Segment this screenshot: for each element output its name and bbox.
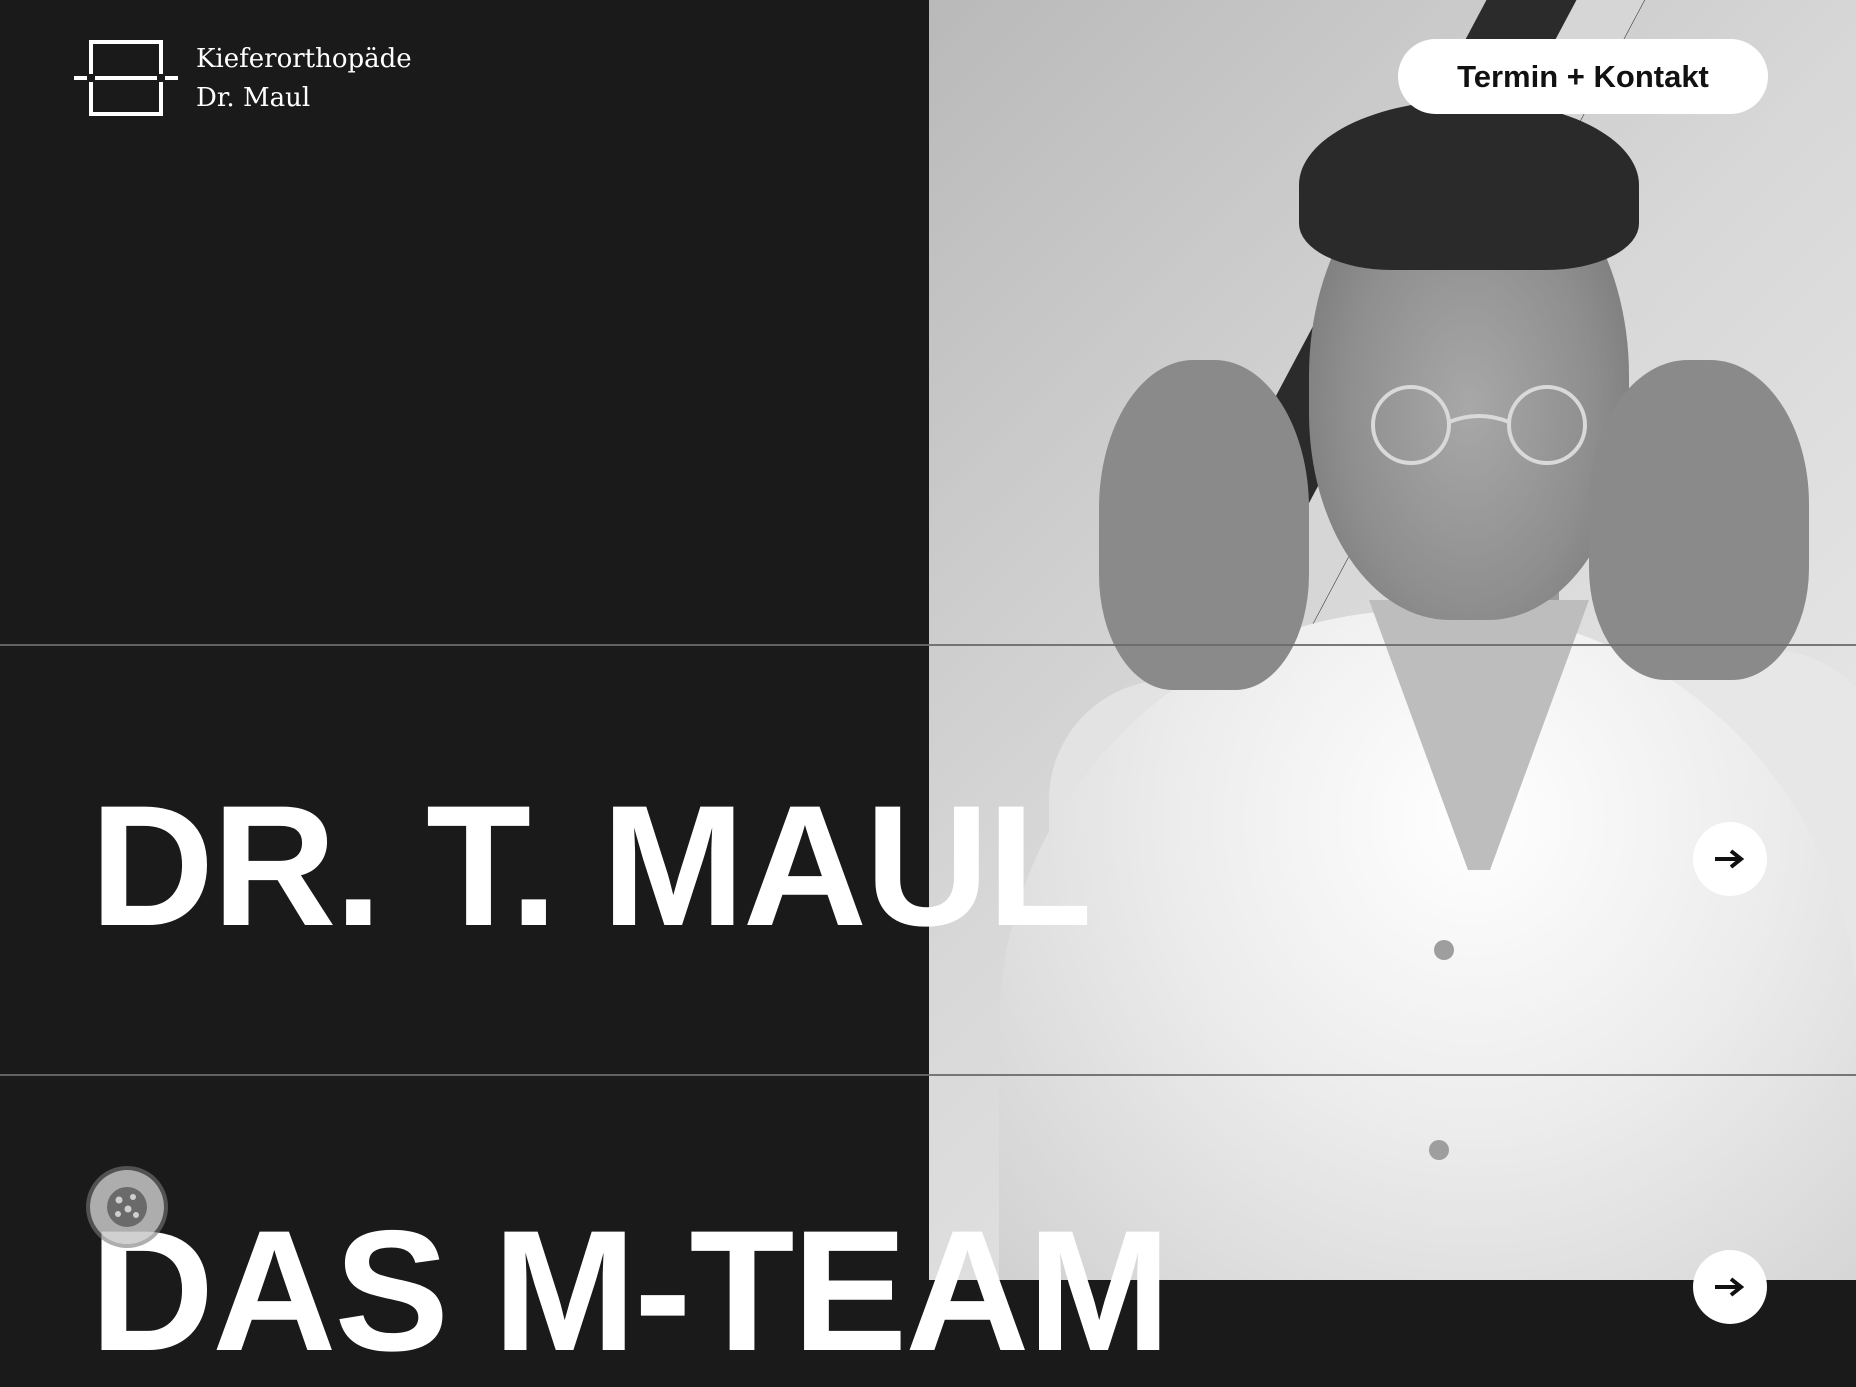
logo-line-2: Dr. Maul <box>196 83 311 113</box>
arrow-right-icon[interactable] <box>1693 822 1767 896</box>
hero-link-dr-maul[interactable]: DR. T. MAUL <box>90 780 1092 952</box>
photo-shirt-button <box>1429 1140 1449 1160</box>
logo-line-1: Kieferorthopäde <box>196 44 412 74</box>
photo-shirt-button <box>1434 940 1454 960</box>
hero-link-m-team[interactable]: DAS M-TEAM <box>90 1205 1171 1377</box>
photo-hair <box>1299 100 1639 270</box>
hero-portrait-photo <box>929 0 1856 1280</box>
termin-kontakt-button[interactable]: Termin + Kontakt <box>1398 39 1768 114</box>
site-logo[interactable]: Kieferorthopäde Dr. Maul <box>74 40 412 118</box>
section-divider <box>0 644 1856 646</box>
bracket-square-logo-icon <box>74 40 178 116</box>
arrow-right-icon[interactable] <box>1693 1250 1767 1324</box>
logo-wordmark: Kieferorthopäde Dr. Maul <box>196 40 412 118</box>
section-divider <box>0 1074 1856 1076</box>
cookie-settings-button[interactable] <box>90 1170 164 1244</box>
cookie-icon <box>107 1187 147 1227</box>
photo-right-hand <box>1589 360 1809 680</box>
photo-left-hand <box>1099 360 1309 690</box>
photo-glasses <box>1371 385 1587 465</box>
